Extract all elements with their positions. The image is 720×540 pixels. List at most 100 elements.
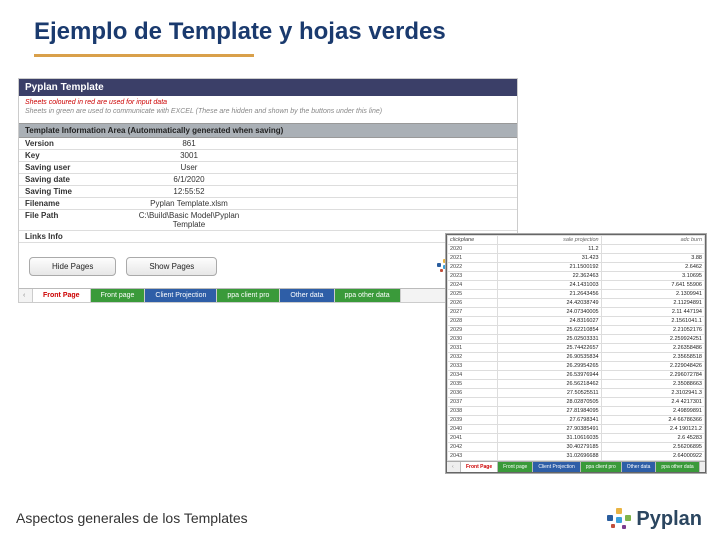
sheet-cell: 7.641 55906 xyxy=(601,281,704,290)
template-tabs: ‹ Front PageFront pageClient Projectionp… xyxy=(19,288,517,302)
info-row: Saving Time12:55:52 xyxy=(19,186,517,198)
button-row: Hide Pages Show Pages Pyplan xyxy=(19,243,517,288)
sheet-cell: 31.423 xyxy=(498,254,601,263)
sheet-cell: 21.1500192 xyxy=(498,263,601,272)
sheet-cell: 2026 xyxy=(448,299,498,308)
info-row: FilenamePyplan Template.xlsm xyxy=(19,198,517,210)
info-spacer xyxy=(249,198,517,210)
info-spacer xyxy=(249,162,517,174)
sheet-cell: 2.11294891 xyxy=(601,299,704,308)
sheet-cell: 2.35088663 xyxy=(601,380,704,389)
sheet-worksheet-tab[interactable]: Other data xyxy=(622,462,657,472)
sheet-cell: 24.42038749 xyxy=(498,299,601,308)
worksheet-tab[interactable]: Other data xyxy=(280,289,334,302)
sheet-cell: 2.229048426 xyxy=(601,362,704,371)
sheet-cell: 28.02870505 xyxy=(498,398,601,407)
sheet-cell: 2036 xyxy=(448,389,498,398)
template-panel: Pyplan Template Sheets coloured in red a… xyxy=(18,78,518,303)
worksheet-tab[interactable]: Client Projection xyxy=(145,289,217,302)
sheet-row: 202925.622108542.21052176 xyxy=(448,326,705,335)
sheet-row: 204331.026966882.64000922 xyxy=(448,452,705,461)
info-key: Saving Time xyxy=(19,186,129,198)
info-row: Saving userUser xyxy=(19,162,517,174)
sheet-cell: 2033 xyxy=(448,362,498,371)
sheet-cell: 3.10695 xyxy=(601,272,704,281)
footer-text: Aspectos generales de los Templates xyxy=(16,510,248,526)
sheet-row: 203125.744226572.26358486 xyxy=(448,344,705,353)
note-gray: Sheets in green are used to communicate … xyxy=(25,108,511,117)
info-value: 3001 xyxy=(129,150,249,162)
sheet-row: 203827.819840952.49899891 xyxy=(448,407,705,416)
sheet-row: 202624.420387492.11294891 xyxy=(448,299,705,308)
info-key: Links Info xyxy=(19,231,129,243)
info-row: File PathC:\Build\Basic Model\Pyplan Tem… xyxy=(19,210,517,231)
tab-scroll-left[interactable]: ‹ xyxy=(19,289,33,302)
worksheet-tab[interactable]: Front Page xyxy=(33,289,91,302)
sheet-cell: 31.10616035 xyxy=(498,434,601,443)
sheet-row: 202011.2 xyxy=(448,245,705,254)
info-value xyxy=(129,231,249,243)
sheet-cell: 2034 xyxy=(448,371,498,380)
info-row: Version861 xyxy=(19,138,517,150)
info-key: Saving user xyxy=(19,162,129,174)
info-row: Saving date6/1/2020 xyxy=(19,174,517,186)
sheet-worksheet-tab[interactable]: Front Page xyxy=(461,462,498,472)
info-table: Version861Key3001Saving userUserSaving d… xyxy=(19,138,517,243)
info-value: User xyxy=(129,162,249,174)
info-key: Saving date xyxy=(19,174,129,186)
sheet-row: 203025.025033312.259924251 xyxy=(448,335,705,344)
sheet-tab-scroll-left[interactable]: ‹ xyxy=(447,462,461,472)
info-spacer xyxy=(249,186,517,198)
info-key: Version xyxy=(19,138,129,150)
sheet-row: 203526.562184622.35088663 xyxy=(448,380,705,389)
sheet-cell: 2030 xyxy=(448,335,498,344)
sheet-cell: 2.6462 xyxy=(601,263,704,272)
sheet-cell: 2.6 45283 xyxy=(601,434,704,443)
sheet-panel: clickplanesale projectionadc burn202011.… xyxy=(446,234,706,473)
sheet-worksheet-tab[interactable]: Client Projection xyxy=(533,462,580,472)
sheet-cell: 2031 xyxy=(448,344,498,353)
sheet-row: 203627.505255112.3102941.3 xyxy=(448,389,705,398)
sheet-row: 203326.299542652.229048426 xyxy=(448,362,705,371)
info-row: Links Info xyxy=(19,231,517,243)
sheet-cell: 26.90535834 xyxy=(498,353,601,362)
sheet-worksheet-tab[interactable]: ppa other data xyxy=(656,462,699,472)
sheet-table: clickplanesale projectionadc burn202011.… xyxy=(447,235,705,461)
sheet-row: 202221.15001922.6462 xyxy=(448,263,705,272)
sheet-worksheet-tab[interactable]: Front page xyxy=(498,462,533,472)
sheet-cell: 27.50525511 xyxy=(498,389,601,398)
sheet-row: 204027.903854912.4 190121.2 xyxy=(448,425,705,434)
info-spacer xyxy=(249,138,517,150)
sheet-cell: 25.74422657 xyxy=(498,344,601,353)
sheet-worksheet-tab[interactable]: ppa client pro xyxy=(581,462,622,472)
worksheet-tab[interactable]: ppa other data xyxy=(335,289,401,302)
sheet-cell: 2037 xyxy=(448,398,498,407)
sheet-cell: 2025 xyxy=(448,290,498,299)
show-pages-button[interactable]: Show Pages xyxy=(126,257,217,276)
sheet-cell: 25.02503331 xyxy=(498,335,601,344)
sheet-row: 202521.26434562.1309941 xyxy=(448,290,705,299)
sheet-cell: 24.1431003 xyxy=(498,281,601,290)
sheet-row: 202424.14310037.641 55906 xyxy=(448,281,705,290)
sheet-column-header: adc burn xyxy=(601,236,704,245)
sheet-cell: 22.362463 xyxy=(498,272,601,281)
sheet-column-header: clickplane xyxy=(448,236,498,245)
template-header: Pyplan Template xyxy=(19,79,517,96)
sheet-cell: 2032 xyxy=(448,353,498,362)
hide-pages-button[interactable]: Hide Pages xyxy=(29,257,116,276)
worksheet-tab[interactable]: ppa client pro xyxy=(217,289,280,302)
sheet-cell: 2.11 447194 xyxy=(601,308,704,317)
worksheet-tab[interactable]: Front page xyxy=(91,289,146,302)
note-red: Sheets coloured in red are used for inpu… xyxy=(25,99,511,108)
sheet-cell: 26.29954265 xyxy=(498,362,601,371)
info-spacer xyxy=(249,174,517,186)
sheet-row: 202824.83160272.1561041.1 xyxy=(448,317,705,326)
sheet-row: 204131.106160352.6 45283 xyxy=(448,434,705,443)
sheet-row: 203927.67983412.4 66786366 xyxy=(448,416,705,425)
sheet-cell: 2.26358486 xyxy=(601,344,704,353)
sheet-cell: 2040 xyxy=(448,425,498,434)
sheet-cell: 21.2643456 xyxy=(498,290,601,299)
sheet-cell: 2021 xyxy=(448,254,498,263)
sheet-cell: 2.56206895 xyxy=(601,443,704,452)
sheet-cell: 2.4 66786366 xyxy=(601,416,704,425)
